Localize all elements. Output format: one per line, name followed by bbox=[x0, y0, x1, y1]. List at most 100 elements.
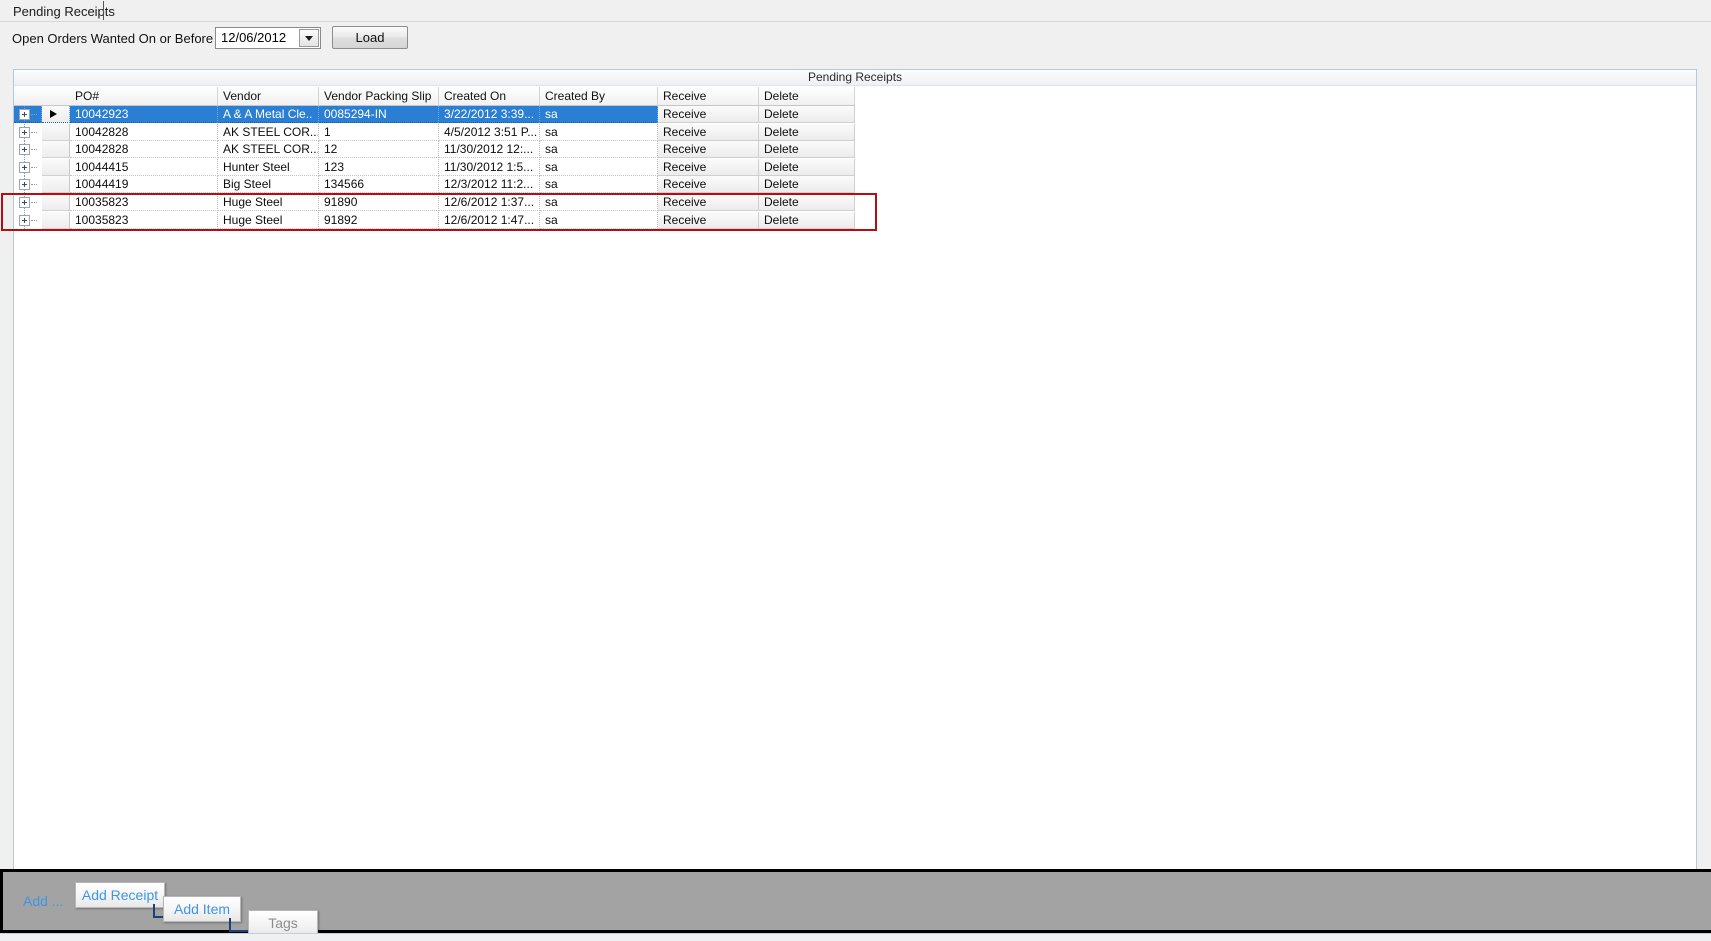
cell-slip: 123 bbox=[319, 158, 439, 176]
table-row[interactable]: 10042828 AK STEEL COR... 12 11/30/2012 12:.… bbox=[14, 141, 855, 159]
row-selector-cell[interactable] bbox=[42, 211, 70, 229]
table-row[interactable]: 10042923 A & A Metal Cle.. 0085294-IN 3/22/… bbox=[14, 106, 855, 123]
cell-created: 12/6/2012 1:37... bbox=[439, 194, 540, 211]
tree-dash bbox=[31, 114, 37, 116]
cell-vendor: Hunter Steel bbox=[218, 158, 319, 176]
column-header-delete[interactable]: Delete bbox=[759, 87, 855, 106]
cell-receive-button[interactable]: Receive bbox=[658, 106, 759, 123]
cell-vendor: Big Steel bbox=[218, 176, 319, 194]
cell-by: sa bbox=[540, 194, 658, 211]
cell-delete-button[interactable]: Delete bbox=[759, 141, 855, 159]
grid-caption: Pending Receipts bbox=[14, 70, 1696, 86]
cell-slip: 0085294-IN bbox=[319, 106, 439, 123]
tree-dash bbox=[31, 131, 37, 134]
pending-receipts-grid[interactable]: PO# Vendor Vendor Packing Slip Created On Cr… bbox=[14, 87, 1696, 878]
row-expand-cell[interactable] bbox=[14, 194, 42, 211]
table-row[interactable]: 10035823 Huge Steel 91892 12/6/2012 1:47...… bbox=[14, 211, 855, 229]
row-expand-cell[interactable] bbox=[14, 176, 42, 194]
date-filter-input[interactable]: 12/06/2012 bbox=[215, 27, 321, 49]
cell-po: 10035823 bbox=[70, 211, 218, 229]
row-selector-cell[interactable] bbox=[42, 158, 70, 176]
status-strip bbox=[0, 933, 1711, 941]
tree-dash bbox=[31, 184, 37, 186]
cell-created: 3/22/2012 3:39... bbox=[439, 106, 540, 123]
row-expand-cell[interactable] bbox=[14, 106, 42, 123]
cell-created: 4/5/2012 3:51 P... bbox=[439, 123, 540, 141]
cell-vendor: A & A Metal Cle.. bbox=[218, 106, 319, 123]
cell-po: 10042923 bbox=[70, 106, 218, 123]
cell-delete-button[interactable]: Delete bbox=[759, 176, 855, 194]
cell-created: 11/30/2012 1:5... bbox=[439, 158, 540, 176]
table-row[interactable]: 10044419 Big Steel 134566 12/3/2012 11:2...… bbox=[14, 176, 855, 194]
column-header-tree[interactable] bbox=[14, 87, 42, 106]
plus-box-icon[interactable] bbox=[19, 109, 30, 120]
plus-box-icon[interactable] bbox=[19, 197, 30, 208]
row-selector-cell[interactable] bbox=[42, 106, 70, 123]
column-header-created[interactable]: Created On bbox=[439, 87, 540, 106]
plus-box-icon[interactable] bbox=[19, 126, 30, 138]
row-selector-cell[interactable] bbox=[42, 194, 70, 211]
cell-receive-button[interactable]: Receive bbox=[658, 141, 759, 159]
cell-delete-button[interactable]: Delete bbox=[759, 123, 855, 141]
tab-pending-receipts[interactable]: Pending Receipts bbox=[7, 0, 125, 23]
row-expand-cell[interactable] bbox=[14, 141, 42, 159]
cell-delete-button[interactable]: Delete bbox=[759, 211, 855, 229]
row-selector-cell[interactable] bbox=[42, 123, 70, 141]
cell-by: sa bbox=[540, 158, 658, 176]
pending-receipts-panel: Pending Receipts PO# Vendor Vendor Packing… bbox=[1, 69, 1697, 879]
column-header-receive[interactable]: Receive bbox=[658, 87, 759, 106]
toolbar-button-add-receipt[interactable]: Add Receipt bbox=[75, 882, 165, 908]
application-window: Pending Receipts Open Orders Wanted On o… bbox=[0, 0, 1711, 941]
tab-divider bbox=[103, 1, 104, 20]
cell-receive-button[interactable]: Receive bbox=[658, 194, 759, 211]
cell-delete-button[interactable]: Delete bbox=[759, 194, 855, 211]
tree-dash bbox=[31, 202, 37, 204]
column-header-po[interactable]: PO# bbox=[70, 87, 218, 106]
cell-slip: 12 bbox=[319, 141, 439, 159]
chevron-down-icon bbox=[305, 35, 313, 41]
filter-label: Open Orders Wanted On or Before bbox=[12, 31, 214, 46]
row-expand-cell[interactable] bbox=[14, 123, 42, 141]
tree-dash bbox=[31, 219, 37, 222]
cell-by: sa bbox=[540, 141, 658, 159]
filter-bar: Open Orders Wanted On or Before 12/06/20… bbox=[0, 22, 1711, 58]
row-selector-cell[interactable] bbox=[42, 141, 70, 159]
date-dropdown-button[interactable] bbox=[299, 29, 319, 47]
cell-created: 12/6/2012 1:47... bbox=[439, 211, 540, 229]
plus-box-icon[interactable] bbox=[19, 214, 30, 226]
cell-po: 10035823 bbox=[70, 194, 218, 211]
tree-dash bbox=[31, 149, 37, 151]
cell-by: sa bbox=[540, 176, 658, 194]
column-header-sel[interactable] bbox=[42, 87, 70, 106]
column-header-vendor[interactable]: Vendor bbox=[218, 87, 319, 106]
cell-by: sa bbox=[540, 211, 658, 229]
cell-receive-button[interactable]: Receive bbox=[658, 123, 759, 141]
cell-receive-button[interactable]: Receive bbox=[658, 176, 759, 194]
row-expand-cell[interactable] bbox=[14, 158, 42, 176]
plus-box-icon[interactable] bbox=[19, 144, 30, 156]
plus-box-icon[interactable] bbox=[19, 161, 30, 173]
column-header-slip[interactable]: Vendor Packing Slip bbox=[319, 87, 439, 106]
row-selector-arrow-icon bbox=[50, 110, 57, 118]
cell-created: 11/30/2012 12:... bbox=[439, 141, 540, 159]
table-row[interactable]: 10044415 Hunter Steel 123 11/30/2012 1:5...… bbox=[14, 158, 855, 176]
load-button[interactable]: Load bbox=[332, 26, 408, 49]
cell-receive-button[interactable]: Receive bbox=[658, 158, 759, 176]
table-row[interactable]: 10035823 Huge Steel 91890 12/6/2012 1:37...… bbox=[14, 194, 855, 211]
add-menu-label[interactable]: Add ... bbox=[23, 893, 63, 909]
row-expand-cell[interactable] bbox=[14, 211, 42, 229]
tab-label: Pending Receipts bbox=[13, 4, 115, 19]
table-row[interactable]: 10042828 AK STEEL COR... 1 4/5/2012 3:51 P.… bbox=[14, 123, 855, 141]
cell-delete-button[interactable]: Delete bbox=[759, 158, 855, 176]
cell-receive-button[interactable]: Receive bbox=[658, 211, 759, 229]
cell-vendor: AK STEEL COR... bbox=[218, 141, 319, 159]
column-header-by[interactable]: Created By bbox=[540, 87, 658, 106]
cell-vendor: Huge Steel bbox=[218, 194, 319, 211]
cell-created: 12/3/2012 11:2... bbox=[439, 176, 540, 194]
cell-delete-button[interactable]: Delete bbox=[759, 106, 855, 123]
menu-connector-line bbox=[229, 918, 248, 932]
cell-po: 10044415 bbox=[70, 158, 218, 176]
row-selector-cell[interactable] bbox=[42, 176, 70, 194]
plus-box-icon[interactable] bbox=[19, 179, 30, 191]
cell-po: 10044419 bbox=[70, 176, 218, 194]
